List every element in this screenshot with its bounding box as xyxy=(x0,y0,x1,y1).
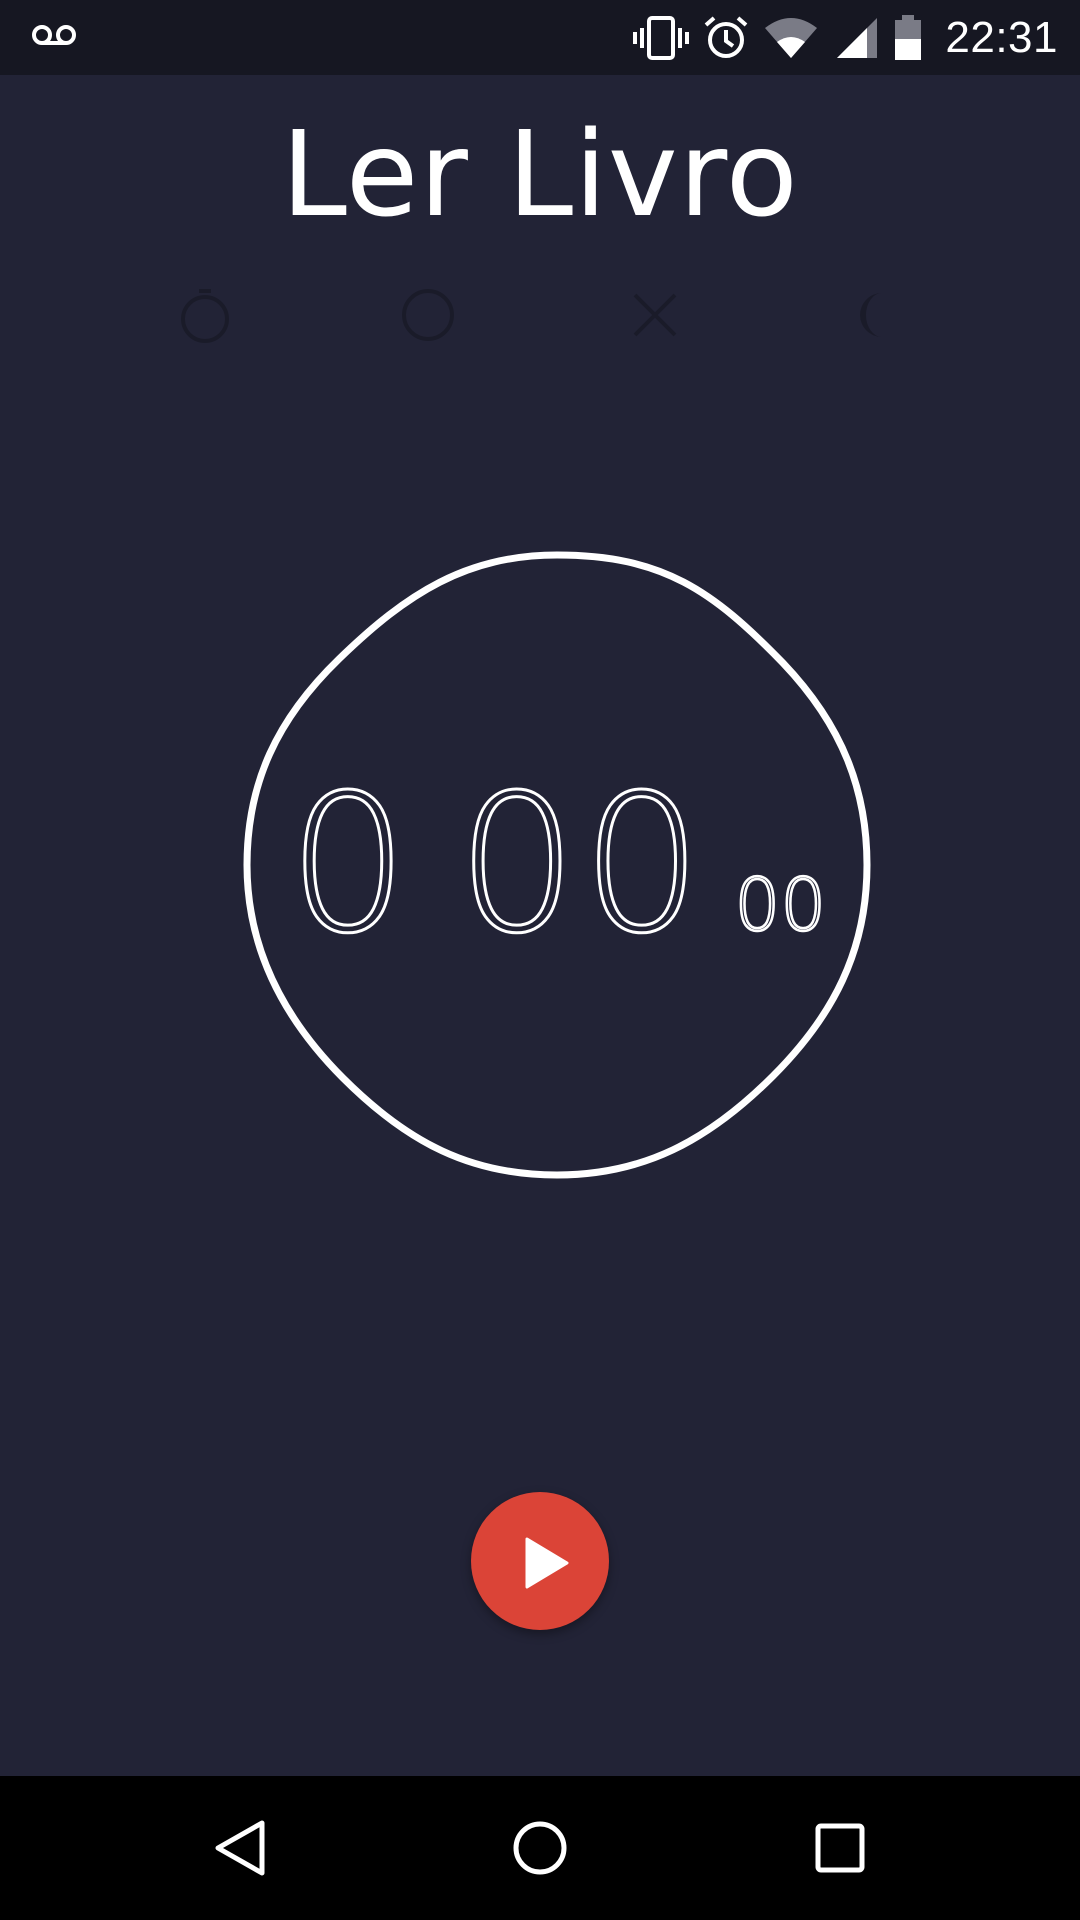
timer-display: 0 00 00 xyxy=(243,551,871,1179)
voicemail-icon xyxy=(30,20,78,50)
back-button[interactable] xyxy=(160,1776,320,1920)
timer-ring[interactable]: 0 00 00 xyxy=(243,551,871,1179)
battery-icon xyxy=(893,15,923,61)
stopwatch-icon[interactable] xyxy=(175,285,235,345)
play-button[interactable] xyxy=(471,1492,609,1630)
recents-button[interactable] xyxy=(760,1776,920,1920)
app-screen: 22:31 Ler Livro 0 00 00 xyxy=(0,0,1080,1920)
home-button[interactable] xyxy=(460,1776,620,1920)
play-icon xyxy=(525,1537,569,1589)
status-time: 22:31 xyxy=(945,13,1058,62)
timer-hundredths: 00 xyxy=(733,863,827,947)
home-icon xyxy=(513,1821,567,1875)
page-title: Ler Livro xyxy=(281,105,799,243)
navigation-bar xyxy=(0,1776,1080,1920)
status-icons: 22:31 xyxy=(633,12,1058,64)
recents-icon xyxy=(815,1823,865,1873)
timer-hours: 0 xyxy=(286,754,410,975)
wifi-icon xyxy=(763,16,819,60)
alarm-icon xyxy=(703,15,749,61)
vibrate-icon xyxy=(633,16,690,60)
moon-icon[interactable] xyxy=(848,285,908,345)
back-icon xyxy=(215,1820,265,1876)
shuffle-icon[interactable] xyxy=(625,285,685,345)
cell-signal-icon xyxy=(833,16,879,60)
circle-icon[interactable] xyxy=(398,285,458,345)
mode-icons-row xyxy=(0,285,1080,345)
status-bar: 22:31 xyxy=(0,0,1080,75)
timer-minutes: 00 xyxy=(455,754,707,975)
